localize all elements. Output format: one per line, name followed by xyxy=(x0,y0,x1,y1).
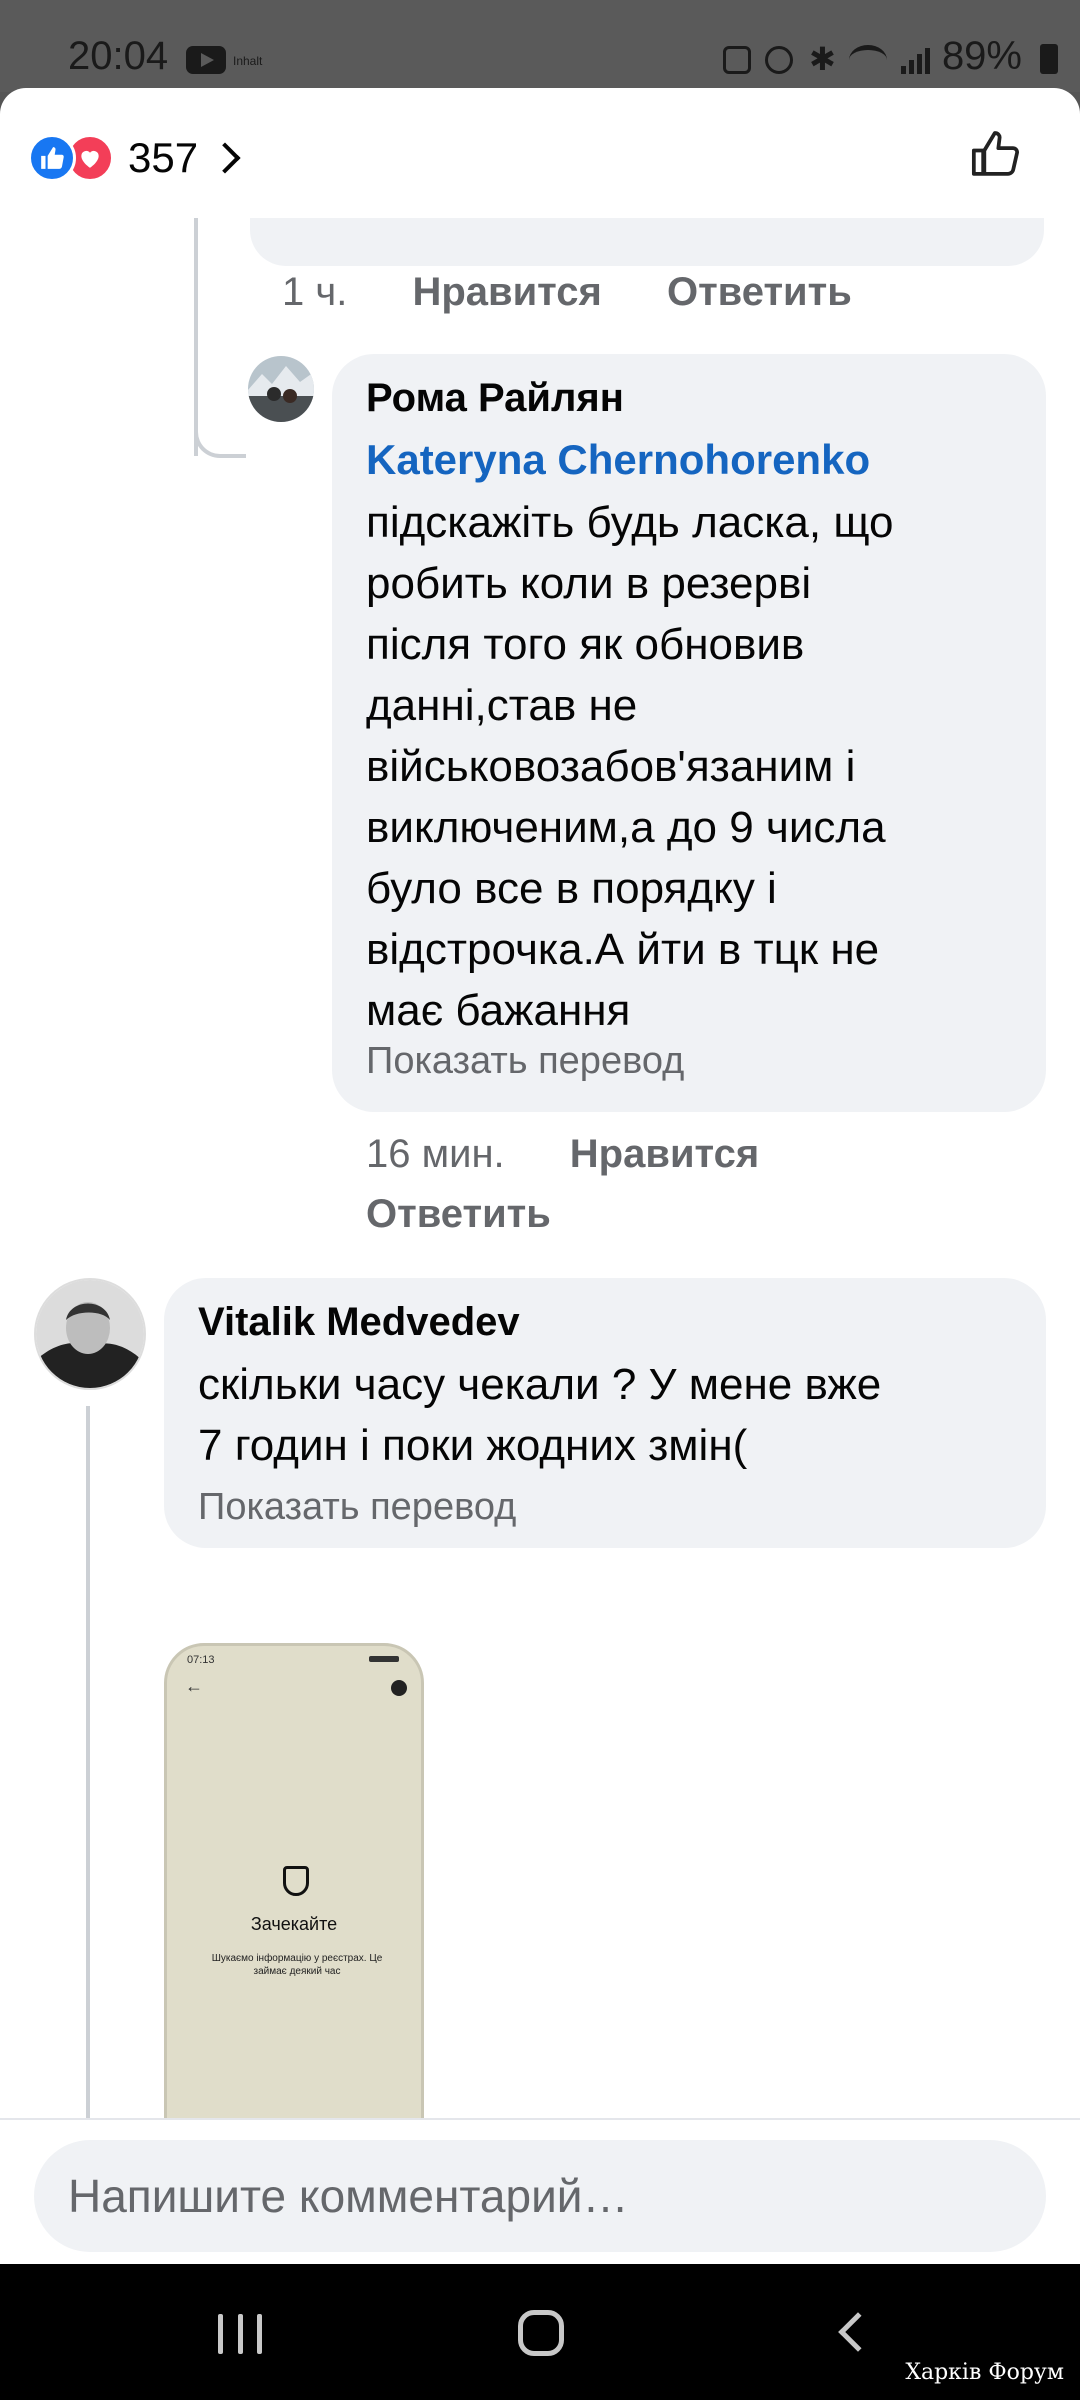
avatar[interactable] xyxy=(248,356,314,422)
alarm-icon xyxy=(765,46,793,74)
comment-input[interactable]: Напишите комментарий… xyxy=(34,2140,1046,2252)
comment-author[interactable]: Vitalik Medvedev xyxy=(198,1300,520,1345)
back-button[interactable] xyxy=(838,2312,878,2352)
comment-composer: Напишите комментарий… xyxy=(0,2118,1080,2264)
comment-line: підскажіть будь ласка, що xyxy=(366,498,894,547)
watermark: Харків Форум xyxy=(905,2360,1064,2385)
status-icons xyxy=(723,40,930,80)
reply-button[interactable]: Ответить xyxy=(667,270,852,314)
bluetooth-icon xyxy=(807,40,836,78)
mention-link[interactable]: Kateryna Chernohorenko xyxy=(366,436,870,484)
comment-line: було все в порядку і xyxy=(366,864,777,913)
comment-line: військовозабов'язаним і xyxy=(366,742,856,791)
like-button[interactable]: Нравится xyxy=(412,270,601,314)
comment-line: має бажання xyxy=(366,986,631,1035)
help-icon xyxy=(391,1680,407,1696)
comment-timestamp: 16 мин. xyxy=(366,1132,505,1176)
battery-percent: 89% xyxy=(941,34,1022,78)
chevron-right-icon xyxy=(209,142,241,174)
attachment-status-icons xyxy=(369,1656,399,1662)
previous-comment-actions: 1 ч. Нравится Ответить xyxy=(282,270,852,315)
comment-bubble[interactable]: Рома Райлян Kateryna Chernohorenko підск… xyxy=(332,354,1046,1112)
navigation-bar: Харків Форум xyxy=(0,2264,1080,2400)
previous-comment-bubble xyxy=(250,218,1044,266)
home-button[interactable] xyxy=(518,2310,564,2356)
comment-text: підскажіть будь ласка, що робить коли в … xyxy=(366,492,1026,1041)
attachment-status-time: 07:13 xyxy=(187,1654,215,1666)
status-bar: 20:04 Inhalt 89% xyxy=(0,0,1080,92)
youtube-icon xyxy=(186,46,226,74)
attachment-description: Шукаємо інформацію у реєстрах. Це займає… xyxy=(211,1953,383,1977)
comment-line: відстрочка.А йти в тцк не xyxy=(366,925,880,974)
avatar[interactable] xyxy=(34,1278,146,1390)
comment-line: після того як обновив xyxy=(366,620,805,669)
comment-bubble[interactable]: Vitalik Medvedev скільки часу чекали ? У… xyxy=(164,1278,1046,1548)
notification-label: Inhalt xyxy=(233,54,263,68)
wifi-icon xyxy=(849,45,887,75)
thread-connector xyxy=(194,408,246,458)
comment-line: 7 годин і поки жодних змін( xyxy=(198,1421,748,1470)
like-reaction-icon xyxy=(28,134,76,182)
recent-apps-button[interactable] xyxy=(218,2314,262,2354)
show-translation-link[interactable]: Показать перевод xyxy=(366,1040,684,1083)
like-button[interactable]: Нравится xyxy=(570,1132,759,1176)
comment-line: робить коли в резерві xyxy=(366,559,812,608)
comments-list[interactable]: 1 ч. Нравится Ответить Рома Райлян Kater… xyxy=(0,218,1080,2208)
attachment-title: Зачекайте xyxy=(250,1914,338,1934)
comment-author[interactable]: Рома Райлян xyxy=(366,376,624,421)
reaction-count: 357 xyxy=(128,134,199,181)
reply-button[interactable]: Ответить xyxy=(366,1192,551,1237)
comment-line: виключеним,а до 9 числа xyxy=(366,803,886,852)
signal-icon xyxy=(901,46,930,74)
comment-actions: 16 мин. Нравится xyxy=(366,1132,759,1177)
show-translation-link[interactable]: Показать перевод xyxy=(198,1486,516,1529)
comment-text: скільки часу чекали ? У мене вже 7 годин… xyxy=(198,1354,1028,1476)
trident-logo-icon xyxy=(283,1866,309,1896)
thumbs-up-icon[interactable] xyxy=(968,126,1024,182)
comment-timestamp: 1 ч. xyxy=(282,270,348,314)
comment-line: скільки часу чекали ? У мене вже xyxy=(198,1360,882,1409)
status-time: 20:04 xyxy=(68,34,169,78)
thread-line xyxy=(86,1406,90,2208)
battery-icon xyxy=(1040,44,1058,74)
battery-saver-icon xyxy=(723,46,751,74)
reactions-summary[interactable]: 357 xyxy=(28,128,241,188)
comment-line: данні,став не xyxy=(366,681,638,730)
back-arrow-icon: ← xyxy=(185,1676,203,1696)
comments-sheet: 357 1 ч. Нравится Ответить Рома Райлян K… xyxy=(0,88,1080,2264)
